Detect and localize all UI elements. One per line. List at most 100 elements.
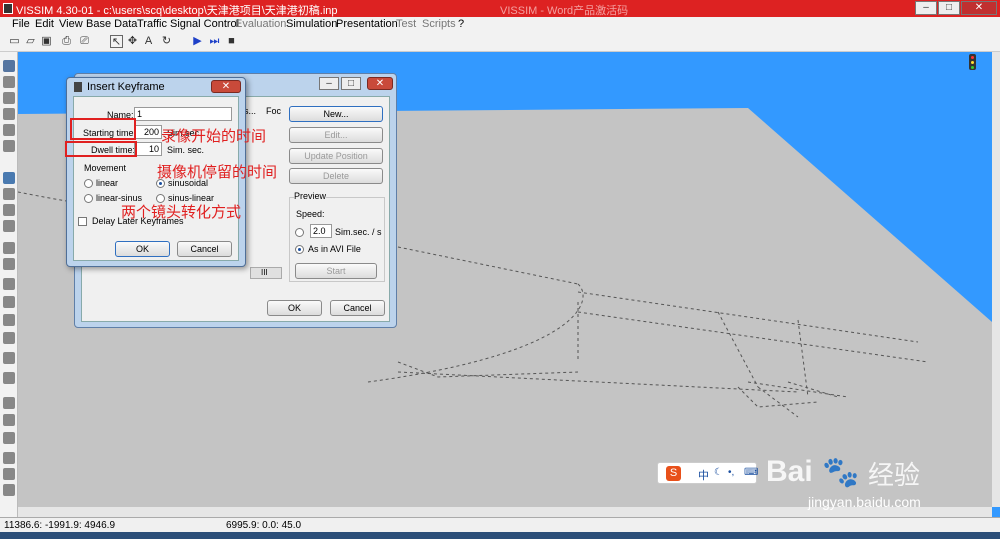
zoom-in-icon[interactable] — [3, 76, 15, 88]
print-icon[interactable]: ⎚ — [78, 35, 91, 48]
insert-keyframe-cancel-button[interactable]: Cancel — [177, 241, 232, 257]
toolbar: ▭ ▱ ▣ ⎙ ⎚ ↖ ✥ A ↻ ▶ ⏭ ■ — [0, 32, 1000, 52]
play-icon[interactable]: ▶ — [191, 35, 204, 48]
delay-checkbox[interactable] — [78, 217, 87, 226]
insert-keyframe-ok-button[interactable]: OK — [115, 241, 170, 257]
preview-label: Preview — [294, 191, 327, 201]
jingyan-logo-text: 经验 — [868, 460, 921, 490]
status-bar: 11386.6: -1991.9: 4946.9 6995.9: 0.0: 45… — [0, 517, 1000, 532]
warning-icon[interactable] — [3, 432, 15, 444]
detector-icon[interactable] — [3, 332, 15, 344]
preview-group: Preview Speed: 2.0 Sim.sec. / s As in AV… — [289, 191, 385, 282]
links-icon[interactable] — [3, 172, 15, 184]
dwell-time-field[interactable]: 10 — [134, 142, 162, 156]
minimize-button[interactable]: – — [915, 1, 937, 15]
menu-edit[interactable]: Edit — [35, 18, 54, 30]
start-preview-button[interactable]: Start — [295, 263, 377, 279]
ime-toolbar[interactable]: S 中 ☾ •, ⌨ — [657, 462, 758, 484]
step-icon[interactable]: ⏭ — [208, 35, 221, 48]
close-button[interactable]: ✕ — [961, 1, 997, 15]
keyframes-cancel-button[interactable]: Cancel — [330, 300, 385, 316]
save-icon[interactable]: ▣ — [40, 35, 53, 48]
keyframes-minimize-button[interactable]: – — [319, 77, 339, 90]
keyframes-ok-button[interactable]: OK — [267, 300, 322, 316]
menu-view[interactable]: View — [59, 18, 83, 30]
status-coords-mid: 6995.9: 0.0: 45.0 — [226, 520, 302, 531]
menu-help[interactable]: ? — [458, 18, 464, 30]
menu-file[interactable]: File — [12, 18, 30, 30]
menu-evaluation[interactable]: Evaluation — [235, 18, 286, 30]
routing-icon[interactable] — [3, 220, 15, 232]
linear-radio[interactable] — [84, 179, 93, 188]
left-toolbar — [0, 52, 18, 517]
delete-keyframe-button[interactable]: Delete — [289, 168, 383, 184]
tools-icon[interactable] — [3, 468, 15, 480]
edit-keyframe-button[interactable]: Edit... — [289, 127, 383, 143]
sogou-icon: S — [666, 466, 681, 481]
keyframes-maximize-button[interactable]: □ — [341, 77, 361, 90]
parking-icon[interactable] — [3, 452, 15, 464]
move-icon[interactable]: ✥ — [126, 35, 139, 48]
fly-icon[interactable] — [3, 140, 15, 152]
insert-keyframe-close-button[interactable]: ✕ — [211, 80, 241, 93]
name-field[interactable]: 1 — [134, 107, 232, 121]
maximize-button[interactable]: □ — [938, 1, 960, 15]
yield-icon[interactable] — [3, 278, 15, 290]
speed-icon[interactable] — [3, 242, 15, 254]
open-icon[interactable]: ▱ — [24, 35, 37, 48]
zoom-text-icon[interactable]: A — [142, 35, 155, 48]
transit-line-icon[interactable] — [3, 372, 15, 384]
select-icon[interactable]: ↖ — [110, 35, 123, 48]
keyframes-close-button[interactable]: ✕ — [367, 77, 393, 90]
avi-radio[interactable] — [295, 245, 304, 254]
menu-scripts[interactable]: Scripts — [422, 18, 456, 30]
menu-presentation[interactable]: Presentation — [336, 18, 398, 30]
signal-head-icon[interactable] — [3, 314, 15, 326]
stop-icon[interactable]: ■ — [225, 35, 238, 48]
node-icon[interactable] — [3, 397, 15, 409]
menu-simulation[interactable]: Simulation — [286, 18, 337, 30]
pan-icon[interactable] — [3, 108, 15, 120]
menu-test[interactable]: Test — [396, 18, 416, 30]
menu-base-data[interactable]: Base Data — [86, 18, 137, 30]
speed-field[interactable]: 2.0 — [310, 224, 332, 238]
title-bar: VISSIM 4.30-01 - c:\users\scq\desktop\天津… — [0, 0, 1000, 17]
list-scrollbar[interactable]: III — [250, 267, 282, 279]
annotation-transition-mode: 两个镜头转化方式 — [121, 203, 242, 221]
menu-traffic[interactable]: Traffic — [137, 18, 167, 30]
preview-icon[interactable]: ⎙ — [60, 35, 73, 48]
speed-radio[interactable] — [295, 228, 304, 237]
taskbar — [0, 532, 1000, 539]
keyboard-icon[interactable]: ⌨ — [744, 467, 758, 478]
bus-stop-icon[interactable] — [3, 352, 15, 364]
tab-focus-partial[interactable]: Foc — [266, 106, 281, 116]
vertical-scrollbar[interactable] — [992, 52, 1000, 507]
linear-sinus-radio[interactable] — [84, 194, 93, 203]
pedestrian-icon[interactable] — [3, 484, 15, 496]
update-position-button[interactable]: Update Position — [289, 148, 383, 164]
new-icon[interactable]: ▭ — [8, 35, 21, 48]
menu-bar: File Edit View Base Data Traffic Signal … — [0, 17, 1000, 32]
priority-icon[interactable] — [3, 258, 15, 270]
starting-time-field[interactable]: 200 — [134, 125, 162, 139]
starting-time-highlight — [70, 118, 136, 140]
ime-mode-label[interactable]: 中 — [698, 467, 709, 483]
connector-icon[interactable] — [3, 188, 15, 200]
status-coords-left: 11386.6: -1991.9: 4946.9 — [4, 520, 116, 531]
zoom-out-icon[interactable] — [3, 92, 15, 104]
speed-unit: Sim.sec. / s — [335, 227, 382, 237]
rotate-view-icon[interactable] — [3, 124, 15, 136]
rotate-icon[interactable]: ↻ — [160, 35, 173, 48]
vehicle-input-icon[interactable] — [3, 204, 15, 216]
baidu-logo-text: Bai — [766, 455, 813, 488]
avi-label: As in AVI File — [308, 244, 361, 254]
network-tool-icon[interactable] — [3, 60, 15, 72]
timer-icon[interactable] — [3, 414, 15, 426]
movement-label: Movement — [84, 163, 127, 173]
traffic-light-icon — [963, 52, 983, 74]
menu-signal-control[interactable]: Signal Control — [170, 18, 239, 30]
new-keyframe-button[interactable]: New... — [289, 106, 383, 122]
stop-sign-icon[interactable] — [3, 296, 15, 308]
moon-icon[interactable]: ☾ — [714, 467, 723, 478]
punctuation-icon[interactable]: •, — [728, 467, 734, 478]
